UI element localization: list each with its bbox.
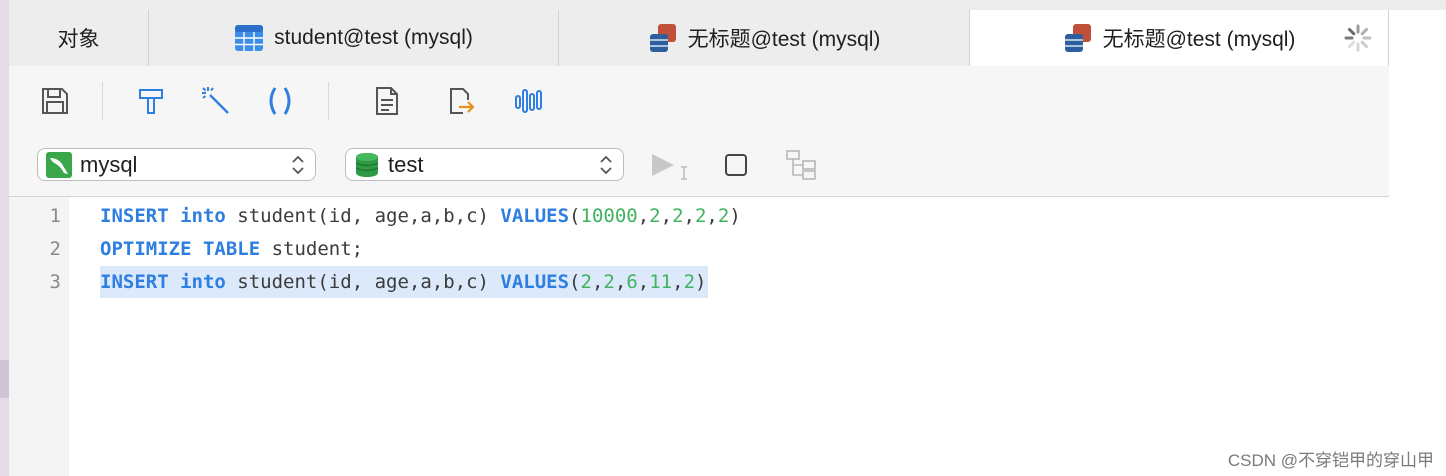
sql-text: ,	[591, 271, 604, 293]
sql-keyword: into	[180, 205, 226, 227]
sql-number: 2	[694, 205, 707, 227]
query-icon	[1064, 24, 1091, 52]
chevron-up-down-icon	[292, 155, 304, 175]
code-line[interactable]: INSERT into student(id, age,a,b,c) VALUE…	[100, 200, 741, 232]
sql-number: 2	[683, 271, 696, 293]
sql-text: ,	[614, 271, 627, 293]
code-snippet-button[interactable]	[370, 84, 404, 118]
sql-number: 2	[672, 205, 684, 227]
connection-bar: mysql test	[9, 134, 1389, 197]
sql-editor[interactable]: 1 2 3 INSERT into student(id, age,a,b,c)…	[9, 197, 1389, 476]
sql-keyword: into	[180, 271, 226, 293]
database-selected: test	[388, 151, 424, 177]
sql-text: (	[569, 205, 581, 227]
sql-text: student(id, age,a,b,c)	[225, 205, 501, 227]
sql-number: 10000	[580, 205, 638, 227]
chevron-up-down-icon	[600, 155, 612, 175]
stop-icon	[725, 154, 747, 176]
sql-keyword: INSERT	[100, 205, 169, 227]
sql-keyword: OPTIMIZE	[100, 238, 192, 260]
watermark: CSDN @不穿铠甲的穿山甲	[1227, 451, 1434, 470]
sql-number: 2	[580, 271, 592, 293]
tab-label: 无标题@test (mysql)	[1102, 28, 1296, 51]
sql-text: )	[729, 205, 741, 227]
export-button[interactable]	[444, 84, 478, 118]
tab-label: 对象	[57, 28, 100, 51]
tab-objects[interactable]: 对象	[9, 10, 149, 66]
window-top-edge	[0, 0, 1446, 10]
run-button[interactable]	[650, 150, 694, 182]
save-button[interactable]	[38, 84, 72, 118]
resize-handle[interactable]	[0, 360, 9, 398]
editor-toolbar	[9, 66, 1389, 135]
query-icon	[649, 24, 676, 52]
export-icon	[450, 88, 475, 114]
format-icon	[139, 89, 163, 114]
sql-number: 6	[626, 271, 638, 293]
sql-text: ,	[660, 205, 673, 227]
database-select[interactable]: test	[345, 148, 624, 181]
stop-button[interactable]	[724, 153, 748, 177]
sql-text: ,	[637, 271, 650, 293]
sql-keyword: VALUES	[500, 271, 570, 293]
sql-text: ,	[672, 271, 684, 293]
sql-number: 2	[717, 205, 730, 227]
format-button[interactable]	[134, 84, 168, 118]
sql-text: ,	[706, 205, 718, 227]
connection-select[interactable]: mysql	[37, 148, 316, 181]
tab-untitled-query-2[interactable]: 无标题@test (mysql)	[970, 10, 1389, 66]
visual-explain-button[interactable]	[785, 149, 819, 181]
explain-button[interactable]	[512, 84, 546, 118]
sql-keyword: VALUES	[500, 205, 570, 227]
sql-keyword: INSERT	[100, 271, 169, 293]
sql-text: student;	[260, 238, 364, 260]
left-edge-strip	[0, 0, 9, 476]
parentheses-button[interactable]	[263, 84, 297, 118]
save-icon	[42, 88, 68, 114]
tab-student-table[interactable]: student@test (mysql)	[149, 10, 559, 66]
sql-keyword: TABLE	[202, 238, 261, 260]
tab-untitled-query-1[interactable]: 无标题@test (mysql)	[559, 10, 970, 66]
line-number: 3	[49, 271, 61, 293]
tab-bar: 对象 student@test (mysql) 无标题@test (mysql)…	[9, 10, 1389, 67]
code-line-selected[interactable]: INSERT into student(id, age,a,b,c) VALUE…	[100, 266, 709, 298]
magic-wand-icon	[202, 87, 229, 114]
sql-text: ,	[683, 205, 695, 227]
mysql-dolphin-icon	[46, 151, 72, 178]
sql-text: )	[695, 271, 707, 293]
sql-text: student(id, age,a,b,c)	[225, 271, 501, 293]
toolbar-divider	[102, 82, 103, 120]
sql-text: (	[569, 271, 581, 293]
connection-selected: mysql	[80, 151, 138, 177]
code-line[interactable]: OPTIMIZE TABLE student;	[100, 233, 363, 265]
sql-number: 11	[649, 271, 673, 293]
table-icon	[235, 25, 264, 51]
toolbar-divider	[328, 82, 329, 120]
line-number: 1	[49, 205, 61, 227]
run-icon	[652, 154, 687, 180]
line-number: 2	[49, 238, 61, 260]
database-icon	[355, 152, 379, 177]
sql-number: 2	[649, 205, 661, 227]
parentheses-icon	[269, 87, 291, 115]
tab-label: student@test (mysql)	[274, 26, 473, 49]
beautify-button[interactable]	[199, 84, 233, 118]
explain-icon	[515, 89, 542, 113]
tree-diagram-icon	[786, 150, 816, 180]
line-number-gutter: 1 2 3	[9, 197, 69, 476]
loading-spinner-icon	[1344, 24, 1372, 52]
sql-text: ,	[637, 205, 650, 227]
tab-label: 无标题@test (mysql)	[687, 28, 881, 51]
document-icon	[376, 87, 398, 115]
sql-number: 2	[603, 271, 615, 293]
